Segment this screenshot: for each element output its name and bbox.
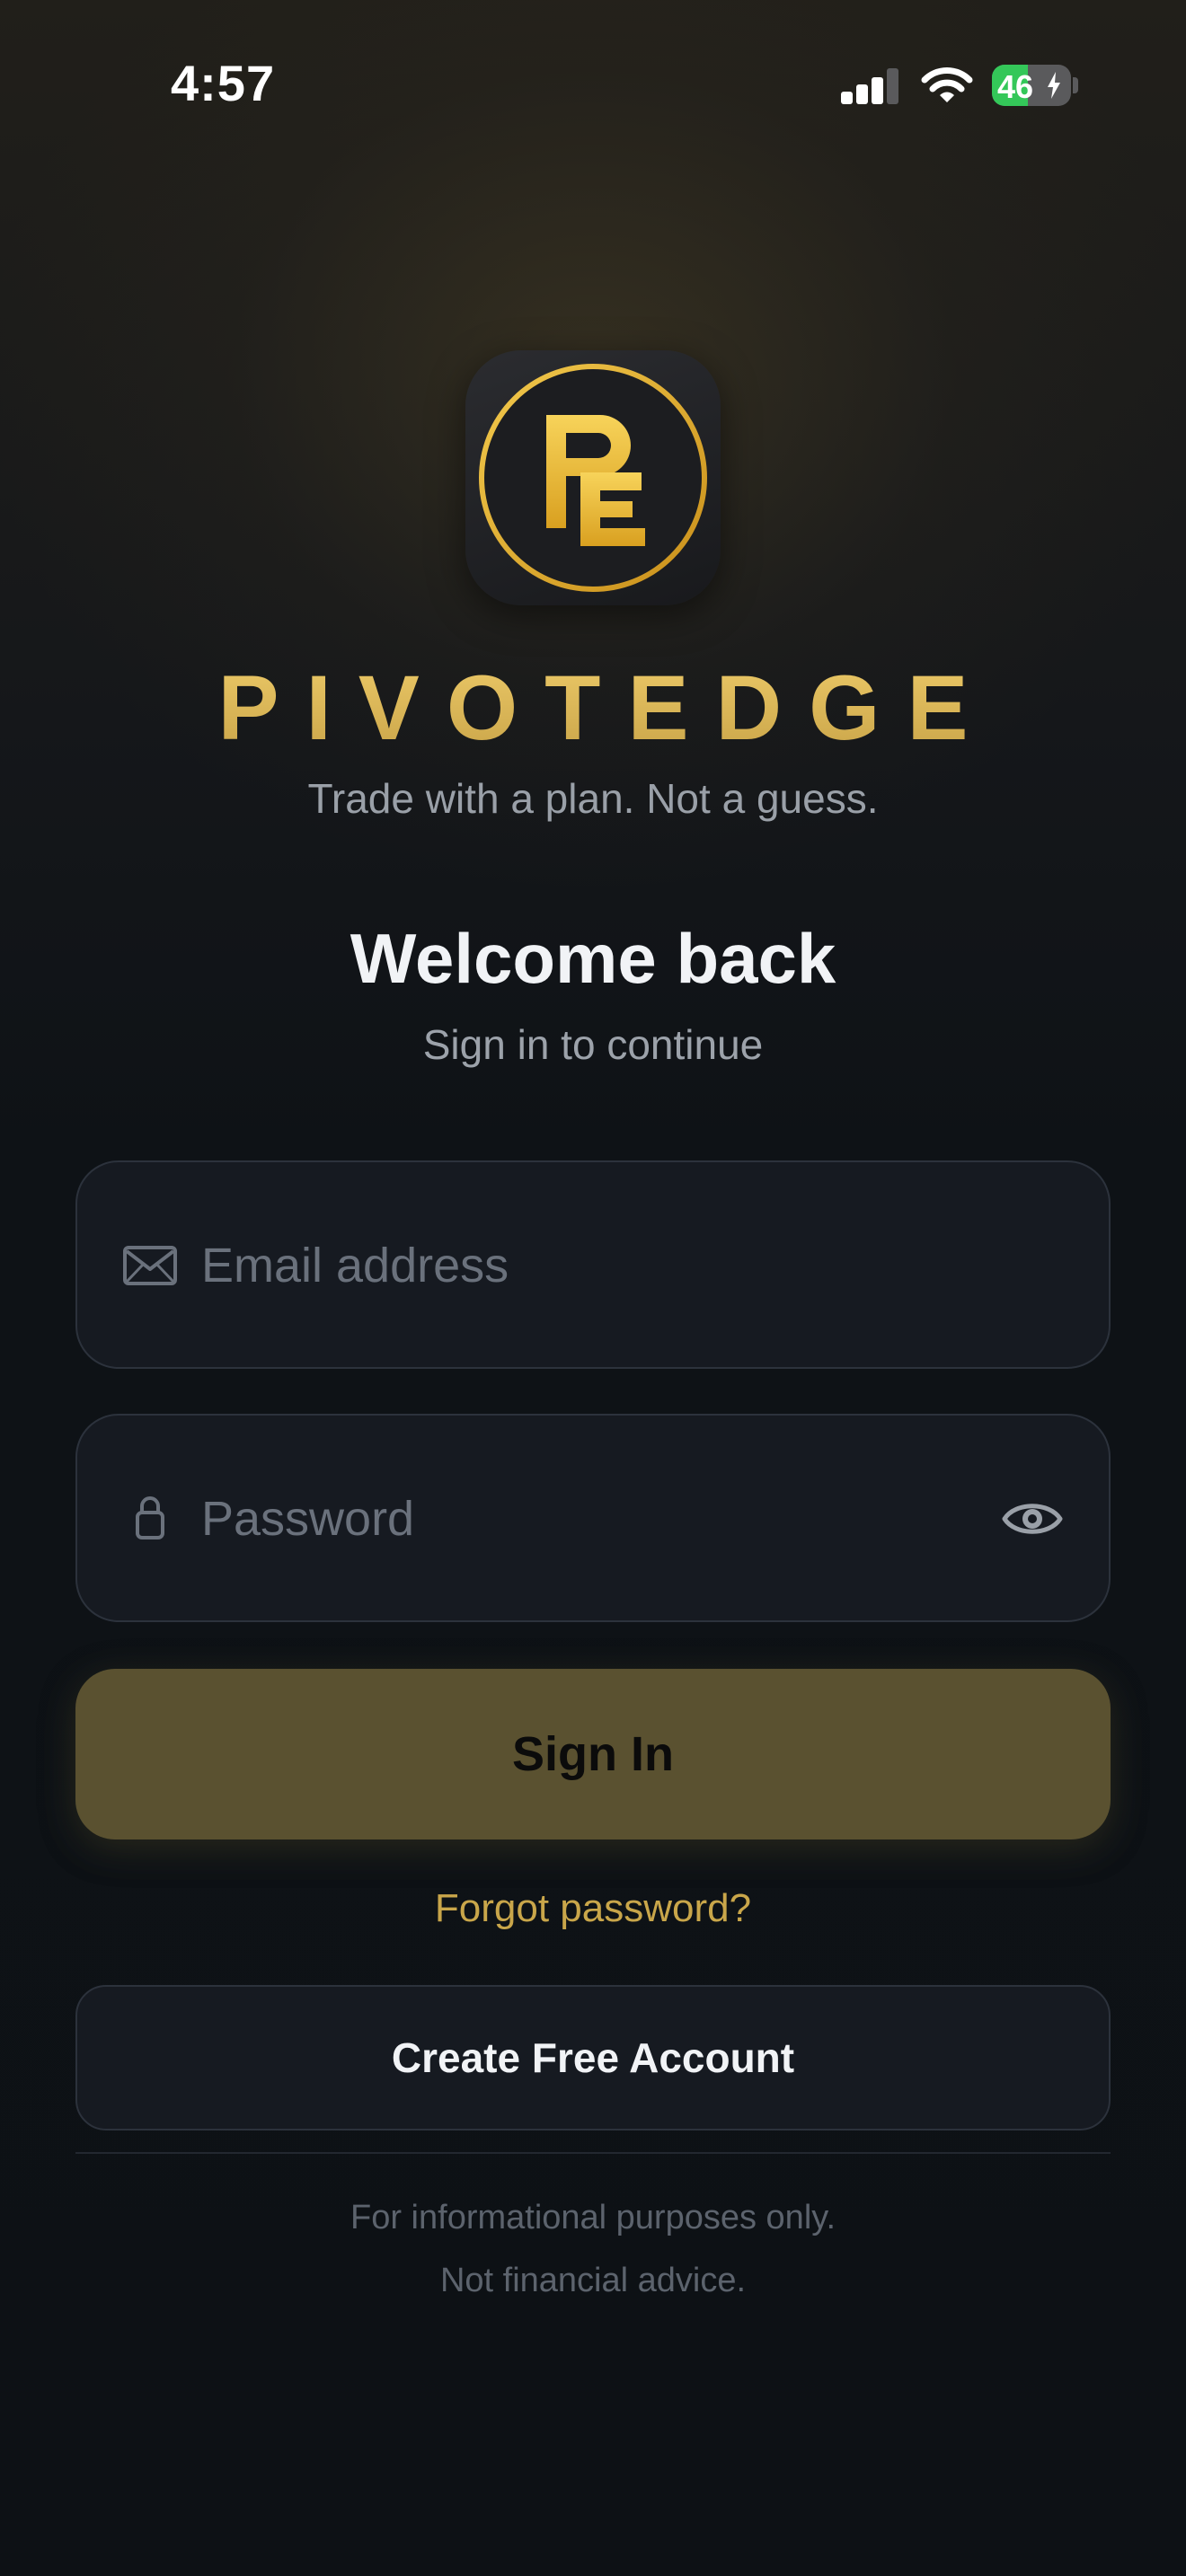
disclaimer-line-1: For informational purposes only.: [350, 2199, 836, 2236]
divider: [75, 2152, 1111, 2154]
battery-nub: [1073, 77, 1078, 93]
brand-name-text: PIVOTEDGE: [217, 657, 996, 759]
app-logo: [465, 350, 721, 605]
email-input[interactable]: [201, 1216, 1010, 1315]
forgot-password-link[interactable]: Forgot password?: [0, 1886, 1186, 1931]
password-field[interactable]: [75, 1414, 1111, 1622]
sign-in-button[interactable]: Sign In: [75, 1669, 1111, 1839]
pe-monogram-icon: [479, 364, 707, 592]
battery-level: 46: [997, 68, 1034, 105]
brand-tagline: Trade with a plan. Not a guess.: [307, 775, 879, 822]
eye-icon[interactable]: [1001, 1495, 1064, 1543]
page-subtitle: Sign in to continue: [422, 1021, 764, 1068]
cellular-signal-icon: [841, 68, 898, 104]
battery-charging-icon: 46: [992, 65, 1071, 106]
email-field[interactable]: [75, 1160, 1111, 1369]
page-title: Welcome back: [350, 919, 836, 998]
lock-icon: [136, 1496, 164, 1539]
bolt-icon: [1048, 72, 1060, 99]
envelope-icon: [123, 1246, 177, 1285]
brand-name: PIVOTEDGE: [0, 656, 1186, 761]
disclaimer-line-2: Not financial advice.: [439, 2262, 747, 2299]
password-input[interactable]: [201, 1469, 1010, 1568]
wifi-icon: [921, 67, 973, 102]
create-account-button[interactable]: Create Free Account: [75, 1985, 1111, 2130]
status-time: 4:57: [171, 55, 276, 111]
